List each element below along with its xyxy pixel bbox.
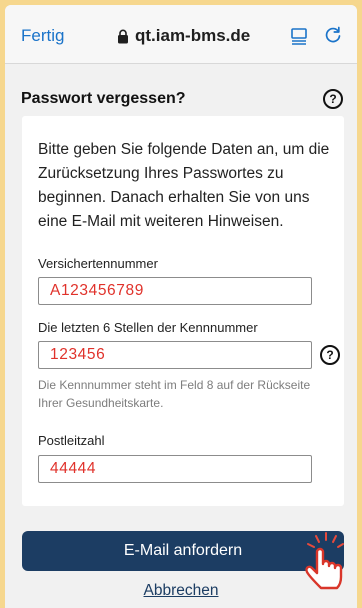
done-button[interactable]: Fertig	[21, 26, 64, 46]
id-digits-input[interactable]: 123456	[38, 341, 312, 369]
intro-text: Bitte geben Sie folgende Daten an, um di…	[38, 141, 330, 230]
form-card: Bitte geben Sie folgende Daten an, um di…	[22, 116, 344, 506]
insurance-number-label: Versichertennummer	[38, 256, 158, 271]
page-title: Passwort vergessen?	[21, 90, 186, 107]
address-bar[interactable]: qt.iam-bms.de	[117, 25, 250, 47]
zip-label: Postleitzahl	[38, 433, 105, 448]
help-icon[interactable]: ?	[323, 89, 343, 109]
id-hint-text: Die Kennnummer steht im Feld 8 auf der R…	[38, 378, 311, 410]
reader-mode-icon[interactable]	[290, 27, 308, 45]
tap-hand-icon	[305, 532, 344, 590]
browser-bar: Fertig qt.iam-bms.de	[5, 5, 357, 64]
zip-input[interactable]: 44444	[38, 455, 312, 483]
id-digits-label: Die letzten 6 Stellen der Kennnummer	[38, 320, 258, 335]
phone-screen: Fertig qt.iam-bms.de Passwort vergessen?…	[5, 5, 357, 608]
reload-icon[interactable]	[323, 25, 343, 45]
lock-icon	[118, 29, 128, 43]
id-help-icon[interactable]: ?	[320, 345, 340, 365]
url-text: qt.iam-bms.de	[135, 26, 251, 45]
page-header: Passwort vergessen? ?	[5, 85, 357, 113]
insurance-number-input[interactable]: A123456789	[38, 277, 312, 305]
